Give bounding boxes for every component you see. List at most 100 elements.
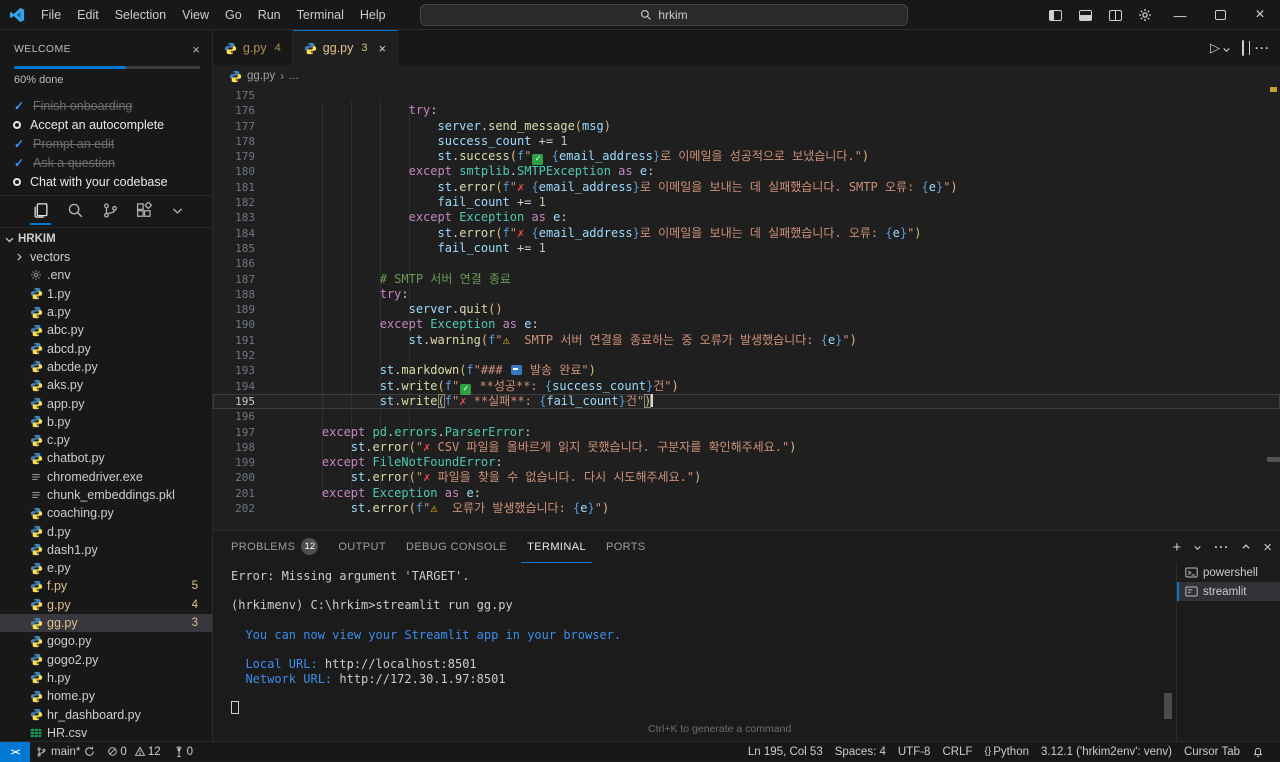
terminal-session-powershell[interactable]: powershell: [1177, 563, 1280, 582]
code-line-201[interactable]: 201 except Exception as e:: [213, 486, 1280, 501]
code-line-193[interactable]: 193 st.markdown(f"### 발송 완료"): [213, 363, 1280, 378]
editor-tab-g.py[interactable]: g.py4: [213, 30, 293, 65]
toggle-secondary-sidebar-icon[interactable]: [1100, 0, 1130, 30]
command-center-search[interactable]: hrkim: [420, 4, 908, 26]
explorer-item-abc.py[interactable]: abc.py: [0, 321, 212, 339]
code-line-199[interactable]: 199 except FileNotFoundError:: [213, 455, 1280, 470]
explorer-item-home.py[interactable]: home.py: [0, 687, 212, 705]
search-view-icon[interactable]: [65, 198, 86, 225]
explorer-root-folder[interactable]: HRKIM: [0, 230, 212, 248]
extensions-view-icon[interactable]: [134, 198, 155, 225]
git-branch-status[interactable]: main*: [30, 742, 101, 762]
code-line-180[interactable]: 180 except smtplib.SMTPException as e:: [213, 164, 1280, 179]
maximize-panel-icon[interactable]: [1241, 542, 1251, 552]
explorer-item-g.py[interactable]: g.py4: [0, 596, 212, 614]
code-line-185[interactable]: 185 fail_count += 1: [213, 241, 1280, 256]
explorer-item-e.py[interactable]: e.py: [0, 559, 212, 577]
code-line-181[interactable]: 181 st.error(f"✗ {email_address}로 이메일을 보…: [213, 180, 1280, 195]
explorer-item-gg.py[interactable]: gg.py3: [0, 614, 212, 632]
onboarding-item[interactable]: Chat with your codebase: [14, 172, 200, 191]
source-control-icon[interactable]: [100, 198, 121, 225]
explorer-item-c.py[interactable]: c.py: [0, 431, 212, 449]
code-line-176[interactable]: 176 try:: [213, 103, 1280, 118]
explorer-item-d.py[interactable]: d.py: [0, 522, 212, 540]
explorer-item-app.py[interactable]: app.py: [0, 394, 212, 412]
panel-tab-debug-console[interactable]: DEBUG CONSOLE: [400, 532, 513, 563]
problems-status[interactable]: 0 12: [101, 742, 166, 762]
panel-tab-output[interactable]: OUTPUT: [332, 532, 392, 563]
editor-tab-gg.py[interactable]: gg.py3×: [293, 30, 398, 65]
code-line-188[interactable]: 188 try:: [213, 287, 1280, 302]
cursor-tab-status[interactable]: Cursor Tab: [1178, 742, 1246, 762]
split-editor-icon[interactable]: [1242, 41, 1244, 55]
explorer-item-1.py[interactable]: 1.py: [0, 285, 212, 303]
code-line-184[interactable]: 184 st.error(f"✗ {email_address}로 이메일을 보…: [213, 226, 1280, 241]
settings-gear-icon[interactable]: [1130, 0, 1160, 30]
code-line-186[interactable]: 186: [213, 256, 1280, 271]
close-panel-icon[interactable]: ×: [1263, 539, 1272, 556]
explorer-item-chatbot.py[interactable]: chatbot.py: [0, 449, 212, 467]
welcome-close-icon[interactable]: ×: [192, 42, 200, 57]
code-line-187[interactable]: 187 # SMTP 서버 연결 종료: [213, 272, 1280, 287]
more-views-chevron-icon[interactable]: [169, 200, 186, 223]
code-line-179[interactable]: 179 st.success(f"✓ {email_address}로 이메일을…: [213, 149, 1280, 164]
window-minimize-icon[interactable]: —: [1160, 0, 1200, 30]
explorer-item-chromedriver.exe[interactable]: chromedriver.exe: [0, 468, 212, 486]
code-line-178[interactable]: 178 success_count += 1: [213, 134, 1280, 149]
toggle-panel-icon[interactable]: [1070, 0, 1100, 30]
cursor-position-status[interactable]: Ln 195, Col 53: [742, 742, 829, 762]
code-line-177[interactable]: 177 server.send_message(msg): [213, 119, 1280, 134]
explorer-item-hr_dashboard.py[interactable]: hr_dashboard.py: [0, 705, 212, 723]
menu-edit[interactable]: Edit: [69, 8, 107, 22]
notifications-bell-icon[interactable]: [1246, 742, 1270, 762]
code-line-202[interactable]: 202 st.error(f"⚠ 오류가 발생했습니다: {e}"): [213, 501, 1280, 516]
onboarding-item[interactable]: ✓Prompt an edit: [14, 134, 200, 153]
explorer-item-gogo2.py[interactable]: gogo2.py: [0, 651, 212, 669]
remote-indicator[interactable]: ><: [0, 742, 30, 762]
code-line-190[interactable]: 190 except Exception as e:: [213, 317, 1280, 332]
explorer-item-f.py[interactable]: f.py5: [0, 577, 212, 595]
panel-tab-ports[interactable]: PORTS: [600, 532, 652, 563]
code-line-200[interactable]: 200 st.error("✗ 파일을 찾을 수 없습니다. 다시 시도해주세요…: [213, 470, 1280, 485]
editor-more-actions-icon[interactable]: ···: [1255, 41, 1270, 55]
code-line-197[interactable]: 197 except pd.errors.ParserError:: [213, 425, 1280, 440]
explorer-item-a.py[interactable]: a.py: [0, 303, 212, 321]
indentation-status[interactable]: Spaces: 4: [829, 742, 892, 762]
explorer-item-dash1.py[interactable]: dash1.py: [0, 541, 212, 559]
code-line-182[interactable]: 182 fail_count += 1: [213, 195, 1280, 210]
encoding-status[interactable]: UTF-8: [892, 742, 937, 762]
menu-run[interactable]: Run: [250, 8, 289, 22]
terminal-output[interactable]: Error: Missing argument 'TARGET'. (hrkim…: [231, 563, 1160, 715]
ports-status[interactable]: 0: [167, 742, 199, 762]
explorer-item-abcd.py[interactable]: abcd.py: [0, 339, 212, 357]
explorer-view-icon[interactable]: [30, 198, 51, 225]
code-line-189[interactable]: 189 server.quit(): [213, 302, 1280, 317]
code-line-194[interactable]: 194 st.write(f"✓ **성공**: {success_count}…: [213, 379, 1280, 394]
language-mode-status[interactable]: {} Python: [979, 742, 1036, 762]
onboarding-item[interactable]: ✓Ask a question: [14, 153, 200, 172]
panel-more-actions-icon[interactable]: ···: [1214, 540, 1229, 554]
code-line-195[interactable]: 195 st.write(f"✗ **실패**: {fail_count}건"): [213, 394, 1280, 409]
explorer-item-coaching.py[interactable]: coaching.py: [0, 504, 212, 522]
code-line-191[interactable]: 191 st.warning(f"⚠ SMTP 서버 연결을 종료하는 중 오류…: [213, 333, 1280, 348]
breadcrumb[interactable]: gg.py › ...: [213, 65, 1280, 87]
code-line-175[interactable]: 175: [213, 88, 1280, 103]
explorer-item-chunk_embeddings.pkl[interactable]: chunk_embeddings.pkl: [0, 486, 212, 504]
breadcrumb-file[interactable]: gg.py: [247, 70, 275, 82]
panel-tab-terminal[interactable]: TERMINAL: [521, 532, 592, 563]
code-line-198[interactable]: 198 st.error("✗ CSV 파일을 올바르게 읽지 못했습니다. 구…: [213, 440, 1280, 455]
tab-close-icon[interactable]: ×: [378, 41, 386, 56]
terminal-profile-chevron-icon[interactable]: [1193, 543, 1202, 552]
explorer-item-abcde.py[interactable]: abcde.py: [0, 358, 212, 376]
onboarding-item[interactable]: Accept an autocomplete: [14, 115, 200, 134]
menu-file[interactable]: File: [33, 8, 69, 22]
explorer-item-gogo.py[interactable]: gogo.py: [0, 632, 212, 650]
eol-status[interactable]: CRLF: [936, 742, 978, 762]
onboarding-item[interactable]: ✓Finish onboarding: [14, 96, 200, 115]
menu-terminal[interactable]: Terminal: [289, 8, 352, 22]
window-restore-icon[interactable]: [1200, 0, 1240, 30]
code-editor[interactable]: 175176 try:177 server.send_message(msg)1…: [213, 87, 1280, 530]
code-line-183[interactable]: 183 except Exception as e:: [213, 210, 1280, 225]
explorer-item-vectors[interactable]: vectors: [0, 248, 212, 266]
new-terminal-icon[interactable]: +: [1172, 539, 1181, 556]
